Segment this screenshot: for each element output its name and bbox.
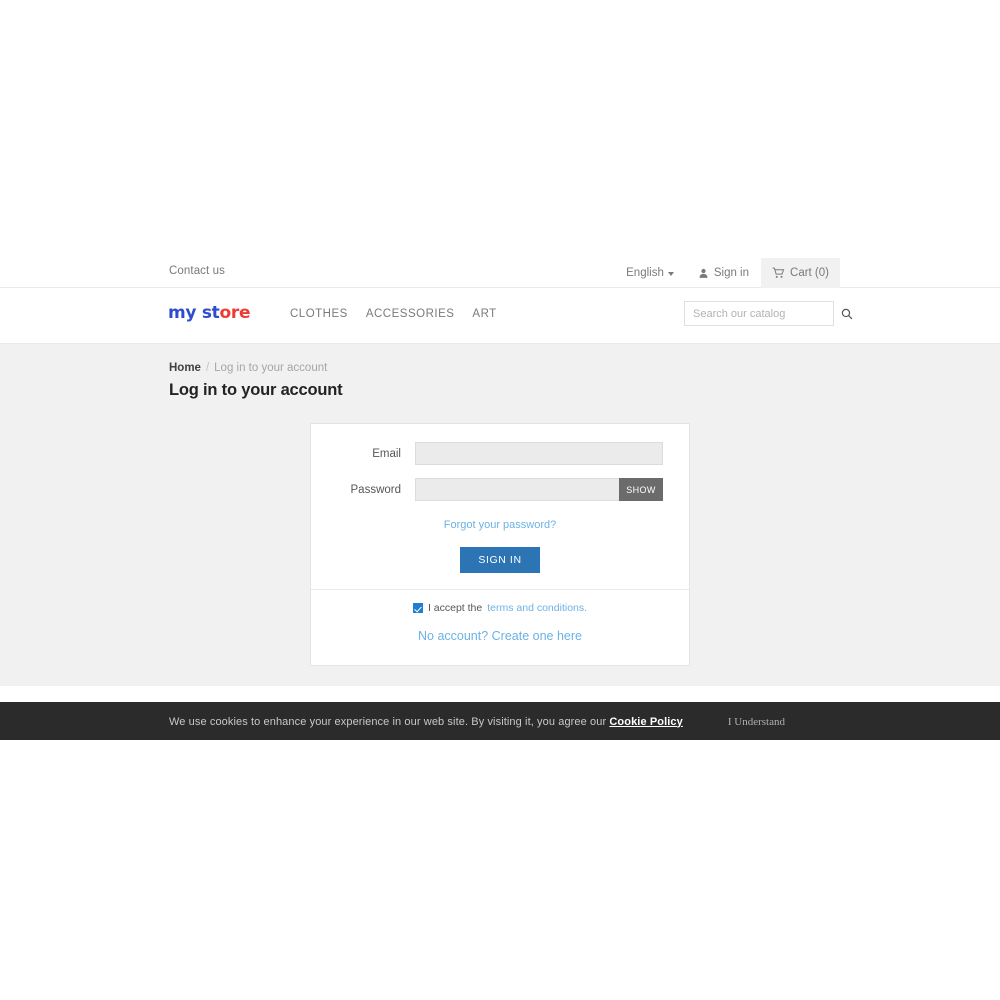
- cookie-consent-bar: We use cookies to enhance your experienc…: [0, 703, 1000, 740]
- signin-button-row: SIGN IN: [337, 547, 663, 573]
- breadcrumb-separator: /: [205, 362, 210, 374]
- page-title: Log in to your account: [169, 381, 343, 399]
- sign-in-label: Sign in: [713, 267, 750, 279]
- cookie-policy-link[interactable]: Cookie Policy: [609, 716, 682, 728]
- site-header: my store CLOTHES ACCESSORIES ART: [0, 288, 1000, 344]
- password-input-group: SHOW: [415, 478, 663, 501]
- menu-item-accessories[interactable]: ACCESSORIES: [366, 308, 455, 320]
- language-selector-label: English: [626, 267, 664, 279]
- email-row: Email: [337, 442, 663, 465]
- breadcrumb-home[interactable]: Home: [169, 362, 201, 374]
- password-label: Password: [350, 483, 402, 496]
- logo-part-my: my: [168, 303, 197, 323]
- create-account-row: No account? Create one here: [337, 627, 663, 645]
- cookie-bar-container: We use cookies to enhance your experienc…: [160, 716, 840, 728]
- search-submit-button[interactable]: [841, 302, 853, 325]
- language-selector[interactable]: English: [614, 258, 686, 288]
- terms-prefix-label: I accept the: [427, 602, 483, 614]
- chevron-down-icon: [667, 272, 674, 276]
- cookie-message: We use cookies to enhance your experienc…: [169, 716, 683, 728]
- email-label: Email: [372, 447, 401, 460]
- password-field[interactable]: [415, 478, 619, 501]
- search-icon: [841, 308, 853, 320]
- breadcrumb-current: Log in to your account: [214, 362, 328, 374]
- top-nav-right-group: English Sign in Cart (0): [614, 258, 840, 288]
- sign-in-submit-button[interactable]: SIGN IN: [460, 547, 540, 573]
- search-box[interactable]: [684, 301, 853, 326]
- cookie-message-text: We use cookies to enhance your experienc…: [169, 715, 607, 728]
- sign-in-link[interactable]: Sign in: [686, 258, 761, 288]
- shopping-cart-icon: [772, 267, 785, 279]
- user-icon: [698, 268, 709, 279]
- logo-part-st: st: [201, 303, 220, 323]
- header-container: my store CLOTHES ACCESSORIES ART: [160, 288, 853, 343]
- search-input[interactable]: [685, 302, 841, 325]
- main-menu: CLOTHES ACCESSORIES ART: [290, 308, 497, 320]
- contact-us-link[interactable]: Contact us: [169, 265, 225, 277]
- password-row: Password SHOW: [337, 478, 663, 501]
- breadcrumb: Home / Log in to your account: [160, 362, 840, 374]
- terms-acceptance-row: I accept the terms and conditions.: [337, 602, 663, 614]
- cart-button[interactable]: Cart (0): [761, 258, 840, 288]
- forgot-password-link[interactable]: Forgot your password?: [444, 519, 557, 531]
- top-nav-container: Contact us English Sign in Cart (0): [160, 258, 840, 288]
- menu-item-art[interactable]: ART: [472, 308, 496, 320]
- browser-viewport: Contact us English Sign in Cart (0) my s…: [0, 258, 1000, 740]
- menu-item-clothes[interactable]: CLOTHES: [290, 308, 348, 320]
- page-content: Home / Log in to your account Log in to yo…: [0, 344, 1000, 686]
- cookie-accept-button[interactable]: I Understand: [728, 716, 785, 728]
- site-logo[interactable]: my store: [168, 303, 250, 323]
- login-form-card: Email Password SHOW Forgot your password…: [310, 423, 690, 666]
- forgot-password-row: Forgot your password?: [337, 515, 663, 533]
- terms-and-conditions-link[interactable]: terms and conditions.: [487, 602, 587, 614]
- top-nav-bar: Contact us English Sign in Cart (0): [0, 258, 1000, 288]
- screenshot-root: Contact us English Sign in Cart (0) my s…: [0, 0, 1000, 1000]
- card-divider: [311, 589, 689, 590]
- show-password-button[interactable]: SHOW: [619, 478, 663, 501]
- cart-label: Cart (0): [790, 267, 829, 279]
- create-account-link[interactable]: No account? Create one here: [418, 629, 582, 643]
- email-field[interactable]: [415, 442, 663, 465]
- terms-checkbox[interactable]: [412, 603, 423, 613]
- logo-part-ore: ore: [219, 303, 251, 323]
